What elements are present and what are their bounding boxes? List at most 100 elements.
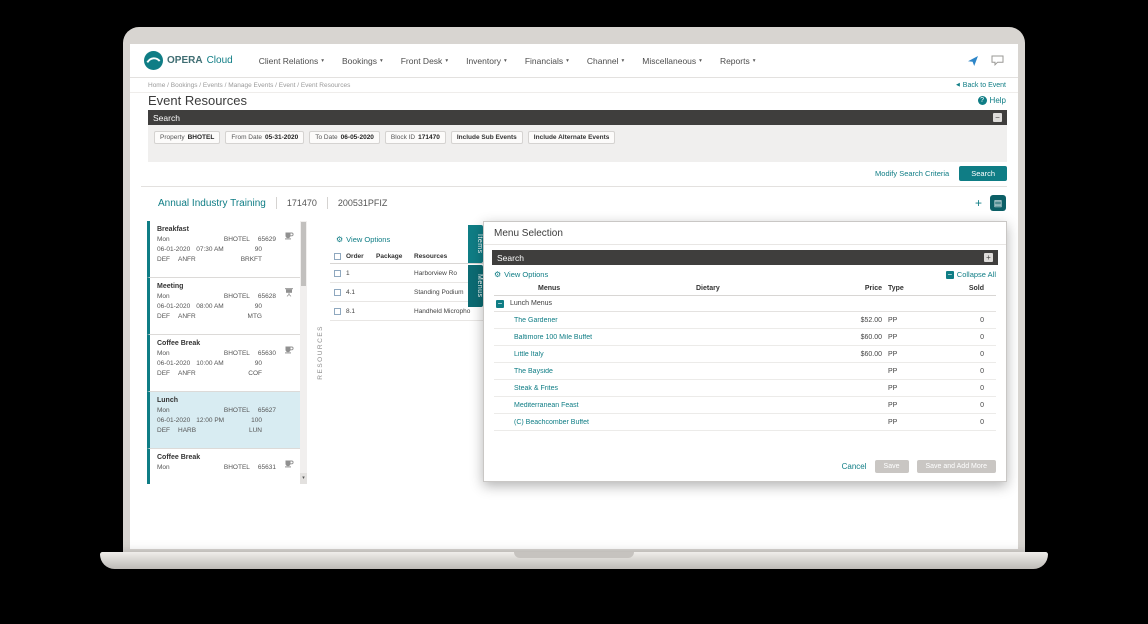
event-card-coffee-break-1[interactable]: Coffee Break MonBHOTEL65630 06-01-202010…: [147, 335, 300, 392]
menu-sold: 0: [936, 334, 996, 341]
search-panel-header[interactable]: Search −: [148, 110, 1007, 125]
panel-toggle-button[interactable]: ▤: [990, 195, 1006, 211]
dialog-search-header[interactable]: Search +: [492, 250, 998, 265]
gear-icon: ⚙: [336, 235, 343, 244]
row-checkbox[interactable]: [334, 308, 341, 315]
expand-panel-icon[interactable]: +: [984, 253, 993, 262]
event-summary-header: Annual Industry Training 171470 200531PF…: [158, 191, 1006, 215]
resource-row[interactable]: 8.1 Handheld Micropho: [330, 302, 483, 321]
menu-name-link[interactable]: Mediterranean Feast: [494, 402, 696, 409]
event-card-meeting[interactable]: Meeting MonBHOTEL65628 06-01-202008:00 A…: [147, 278, 300, 335]
nav-item-client-relations[interactable]: Client Relations▾: [259, 56, 324, 66]
help-label: Help: [990, 96, 1006, 105]
opera-cloud-logo[interactable]: OPERA Cloud: [144, 51, 233, 70]
search-button[interactable]: Search: [959, 166, 1007, 181]
modify-search-criteria-link[interactable]: Modify Search Criteria: [875, 169, 949, 178]
nav-item-channel[interactable]: Channel▾: [587, 56, 624, 66]
breadcrumb[interactable]: Home / Bookings / Events / Manage Events…: [148, 82, 350, 89]
field-label: To Date: [315, 134, 337, 141]
resources-view-options[interactable]: ⚙ View Options: [336, 235, 483, 244]
menu-name-link[interactable]: The Gardener: [494, 317, 696, 324]
menu-row[interactable]: The Bayside PP 0: [494, 363, 996, 380]
field-value: 171470: [418, 134, 440, 141]
menu-type: PP: [882, 402, 936, 409]
menu-name-link[interactable]: Little Italy: [494, 351, 696, 358]
include-alternate-events-toggle[interactable]: Include Alternate Events: [528, 131, 616, 144]
include-sub-events-toggle[interactable]: Include Sub Events: [451, 131, 523, 144]
laptop-base-notch: [514, 552, 634, 558]
resource-row[interactable]: 1 Harborview Ro: [330, 264, 483, 283]
event-name-link[interactable]: Annual Industry Training: [158, 198, 266, 209]
save-and-add-more-button[interactable]: Save and Add More: [917, 460, 997, 473]
help-link[interactable]: ? Help: [978, 96, 1006, 105]
menu-view-options[interactable]: ⚙ View Options: [494, 270, 548, 279]
menu-group-label: Lunch Menus: [510, 300, 552, 307]
tab-menus[interactable]: Menus: [468, 265, 483, 307]
from-date-field[interactable]: From Date 05-31-2020: [225, 131, 304, 144]
events-scrollbar[interactable]: ▾: [300, 221, 307, 484]
nav-item-label: Client Relations: [259, 56, 319, 66]
dialog-options-row: ⚙ View Options − Collapse All: [494, 270, 996, 279]
field-label: From Date: [231, 134, 262, 141]
to-date-field[interactable]: To Date 06-05-2020: [309, 131, 380, 144]
menu-row[interactable]: The Gardener $52.00 PP 0: [494, 312, 996, 329]
logo-text-opera: OPERA: [167, 55, 203, 66]
menu-sold: 0: [936, 351, 996, 358]
nav-item-label: Front Desk: [401, 56, 443, 66]
collapse-group-icon[interactable]: −: [496, 300, 504, 308]
resources-side-label-text: RESOURCES: [317, 325, 324, 380]
menu-row[interactable]: Mediterranean Feast PP 0: [494, 397, 996, 414]
menu-name-link[interactable]: Baltimore 100 Mile Buffet: [494, 334, 696, 341]
nav-item-label: Reports: [720, 56, 750, 66]
event-time: 08:00 AM: [196, 302, 223, 312]
search-panel-title: Search: [153, 113, 180, 123]
menu-row[interactable]: (C) Beachcomber Buffet PP 0: [494, 414, 996, 431]
event-card-lunch-selected[interactable]: Lunch MonBHOTEL65627 06-01-202012:00 PM1…: [147, 392, 300, 449]
event-card-coffee-break-2[interactable]: Coffee Break MonBHOTEL65631: [147, 449, 300, 484]
menu-row[interactable]: Little Italy $60.00 PP 0: [494, 346, 996, 363]
dialog-footer: Cancel Save Save and Add More: [842, 460, 996, 473]
nav-utility-icons: [967, 55, 1004, 67]
field-value: 06-05-2020: [341, 134, 374, 141]
nav-item-reports[interactable]: Reports▾: [720, 56, 756, 66]
tab-items[interactable]: Items: [468, 225, 483, 263]
event-status: DEF: [157, 369, 170, 379]
menu-name-link[interactable]: Steak & Frites: [494, 385, 696, 392]
collapse-panel-icon[interactable]: −: [993, 113, 1002, 122]
event-code: ANFR: [178, 255, 196, 265]
menu-price: $60.00: [826, 351, 882, 358]
event-day: Mon: [157, 463, 170, 473]
nav-item-financials[interactable]: Financials▾: [525, 56, 569, 66]
menu-sold: 0: [936, 317, 996, 324]
block-id-field[interactable]: Block ID 171470: [385, 131, 446, 144]
nav-item-miscellaneous[interactable]: Miscellaneous▾: [642, 56, 702, 66]
cancel-link[interactable]: Cancel: [842, 462, 867, 471]
menu-group-row[interactable]: − Lunch Menus: [494, 296, 996, 312]
nav-item-bookings[interactable]: Bookings▾: [342, 56, 383, 66]
resource-order: 4.1: [346, 289, 376, 296]
menu-row[interactable]: Steak & Frites PP 0: [494, 380, 996, 397]
nav-item-front-desk[interactable]: Front Desk▾: [401, 56, 448, 66]
menus-table-header: Menus Dietary Price Type Sold: [494, 282, 996, 296]
back-to-event-link[interactable]: ◀ Back to Event: [956, 82, 1006, 89]
send-icon[interactable]: [967, 55, 979, 67]
save-button[interactable]: Save: [875, 460, 909, 473]
resource-row[interactable]: 4.1 Standing Podium: [330, 283, 483, 302]
menu-row[interactable]: Baltimore 100 Mile Buffet $60.00 PP 0: [494, 329, 996, 346]
collapse-all-link[interactable]: − Collapse All: [946, 270, 996, 279]
menu-name-link[interactable]: (C) Beachcomber Buffet: [494, 419, 696, 426]
caret-down-icon: ▾: [380, 58, 383, 64]
property-field[interactable]: Property BHOTEL: [154, 131, 220, 144]
scroll-down-icon[interactable]: ▾: [300, 473, 307, 484]
menu-name-link[interactable]: The Bayside: [494, 368, 696, 375]
scrollbar-thumb[interactable]: [301, 222, 306, 286]
row-checkbox[interactable]: [334, 270, 341, 277]
row-checkbox[interactable]: [334, 289, 341, 296]
chat-bubble-icon[interactable]: [991, 55, 1004, 66]
event-day: Mon: [157, 292, 170, 302]
nav-item-inventory[interactable]: Inventory▾: [466, 56, 507, 66]
event-card-breakfast[interactable]: Breakfast MonBHOTEL65629 06-01-202007:30…: [147, 221, 300, 278]
plus-icon[interactable]: +: [975, 196, 982, 210]
select-all-checkbox[interactable]: [334, 253, 341, 260]
menu-selection-dialog: Menu Selection Search + ⚙ View Options −…: [483, 221, 1007, 482]
